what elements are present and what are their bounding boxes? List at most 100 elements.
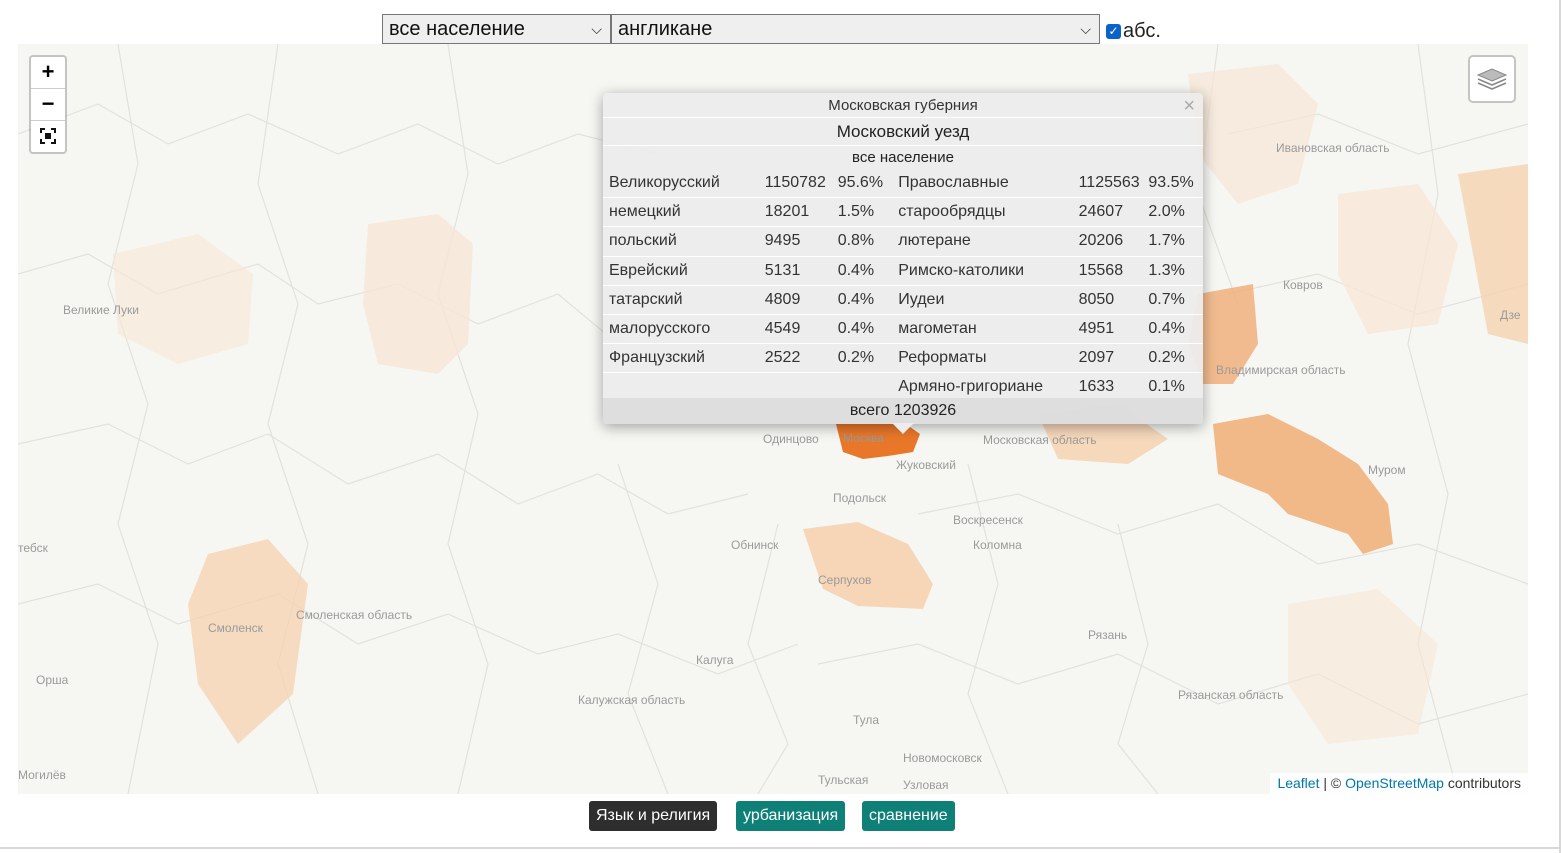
bottom-buttons: Язык и религия урбанизация сравнение <box>0 801 1561 831</box>
religion-percent: 1.7% <box>1144 226 1203 257</box>
religion-name: Римско-католики <box>892 256 1075 286</box>
religion-count: 15568 <box>1074 256 1145 286</box>
stats-row: малорусского 4549 0.4% магометан 4951 0.4% <box>603 314 1203 345</box>
place-label: Новомосковск <box>903 751 982 765</box>
popup-tip <box>892 423 914 434</box>
divider <box>603 117 1203 118</box>
district-boundary <box>18 423 749 515</box>
place-label: Тула <box>853 713 879 727</box>
religion-percent: 0.4% <box>1144 314 1203 345</box>
religion-name: Православные <box>892 169 1075 199</box>
stats-row: Великорусский 1150782 95.6% Православные 112… <box>603 169 1203 199</box>
population-select[interactable]: все население ⌵ <box>382 14 611 44</box>
language-name: Еврейский <box>603 256 761 286</box>
zoom-out-button[interactable]: − <box>31 89 65 121</box>
language-name: малорусского <box>603 314 761 345</box>
religion-percent: 93.5% <box>1144 169 1203 199</box>
religion-count: 2097 <box>1074 343 1145 374</box>
population-select-value: все население <box>389 18 525 40</box>
religion-percent: 0.2% <box>1144 343 1203 374</box>
religion-name: Реформаты <box>892 343 1075 374</box>
religion-count: 24607 <box>1074 197 1145 228</box>
place-label: Ивановская область <box>1276 141 1390 155</box>
language-percent: 1.5% <box>833 197 893 228</box>
language-percent: 0.4% <box>833 314 893 345</box>
lang-religion-button[interactable]: Язык и религия <box>589 801 718 831</box>
chevron-down-icon: ⌵ <box>591 21 602 37</box>
popup-province: Московская губерния <box>828 97 978 114</box>
place-label: тебск <box>18 541 49 555</box>
religion-name: лютеране <box>892 226 1075 257</box>
language-count: 4549 <box>760 314 834 345</box>
place-label: Дзе <box>1500 308 1521 322</box>
district-shaded <box>1188 64 1318 204</box>
language-count: 5131 <box>760 256 834 286</box>
place-label: Муром <box>1368 463 1406 477</box>
language-name: Французский <box>603 343 761 374</box>
stats-row: Еврейский 5131 0.4% Римско-католики 15568 1.3… <box>603 256 1203 286</box>
place-label: Москва <box>843 431 884 445</box>
religion-name: Иудеи <box>892 285 1075 315</box>
comparison-button[interactable]: сравнение <box>862 801 955 831</box>
language-count: 18201 <box>760 197 834 228</box>
language-name: немецкий <box>603 197 761 228</box>
district-boundary <box>437 44 489 794</box>
language-percent: 0.4% <box>833 256 893 286</box>
place-label: Коломна <box>973 538 1022 552</box>
district-boundary <box>18 103 659 165</box>
district-boundary <box>18 583 799 675</box>
attribution-tail: contributors <box>1443 775 1521 791</box>
district-shaded <box>803 522 933 609</box>
zoom-in-button[interactable]: + <box>31 57 65 89</box>
urbanization-button[interactable]: урбанизация <box>736 801 846 831</box>
district-shaded <box>1288 589 1438 744</box>
religion-percent: 2.0% <box>1144 197 1203 228</box>
place-label: Рязанская область <box>1178 688 1283 702</box>
language-percent: 0.2% <box>833 343 893 374</box>
popup-population-type: все население <box>852 149 954 166</box>
district-shaded <box>363 214 473 374</box>
place-label: Обнинск <box>731 538 779 552</box>
attribution-sep: | © <box>1319 775 1346 791</box>
popup-stats-table: Великорусский 1150782 95.6% Православные 112… <box>603 169 1203 403</box>
abs-toggle[interactable]: ✓ абс. <box>1106 20 1161 42</box>
stats-row: татарский 4809 0.4% Иудеи 8050 0.7% <box>603 285 1203 315</box>
stats-row: польский 9495 0.8% лютеране 20206 1.7% <box>603 226 1203 257</box>
leaflet-link[interactable]: Leaflet <box>1277 775 1319 791</box>
religion-count: 20206 <box>1074 226 1145 257</box>
place-label: Подольск <box>833 491 887 505</box>
place-label: Владимирская область <box>1216 363 1345 377</box>
district-boundary <box>18 253 619 345</box>
layers-button[interactable] <box>1468 55 1516 103</box>
language-name: польский <box>603 226 761 257</box>
divider <box>603 145 1203 146</box>
language-percent: 95.6% <box>833 169 893 199</box>
religion-percent: 0.7% <box>1144 285 1203 315</box>
language-count: 1150782 <box>760 169 834 199</box>
top-controls: все население ⌵ англикане ⌵ ✓ абс. <box>0 0 1561 44</box>
page-border <box>0 847 1561 849</box>
language-count: 9495 <box>760 226 834 257</box>
district-popup: × Московская губерния Московский уезд вс… <box>603 93 1203 434</box>
religion-select[interactable]: англикане ⌵ <box>611 14 1100 44</box>
language-percent: 0.4% <box>833 285 893 315</box>
district-boundary <box>1117 523 1159 794</box>
place-label: Московская область <box>983 433 1097 447</box>
place-label: Смоленск <box>208 621 264 635</box>
abs-label: абс. <box>1123 19 1161 42</box>
fullscreen-button[interactable] <box>31 121 65 152</box>
popup-uezd: Московский уезд <box>836 122 970 141</box>
district-boundary <box>617 463 669 794</box>
language-count: 4809 <box>760 285 834 315</box>
map-attribution: Leaflet | © OpenStreetMap contributors <box>1270 773 1528 794</box>
religion-name: старообрядцы <box>892 197 1075 228</box>
place-label: Смоленская область <box>296 608 412 622</box>
district-shaded <box>1338 184 1458 334</box>
district-shaded <box>113 234 253 364</box>
abs-checkbox[interactable]: ✓ <box>1106 23 1121 39</box>
place-label: Воскресенск <box>953 513 1024 527</box>
place-label: Орша <box>36 673 69 687</box>
osm-link[interactable]: OpenStreetMap <box>1345 775 1444 791</box>
language-percent: 0.8% <box>833 226 893 257</box>
religion-select-value: англикане <box>618 18 713 40</box>
